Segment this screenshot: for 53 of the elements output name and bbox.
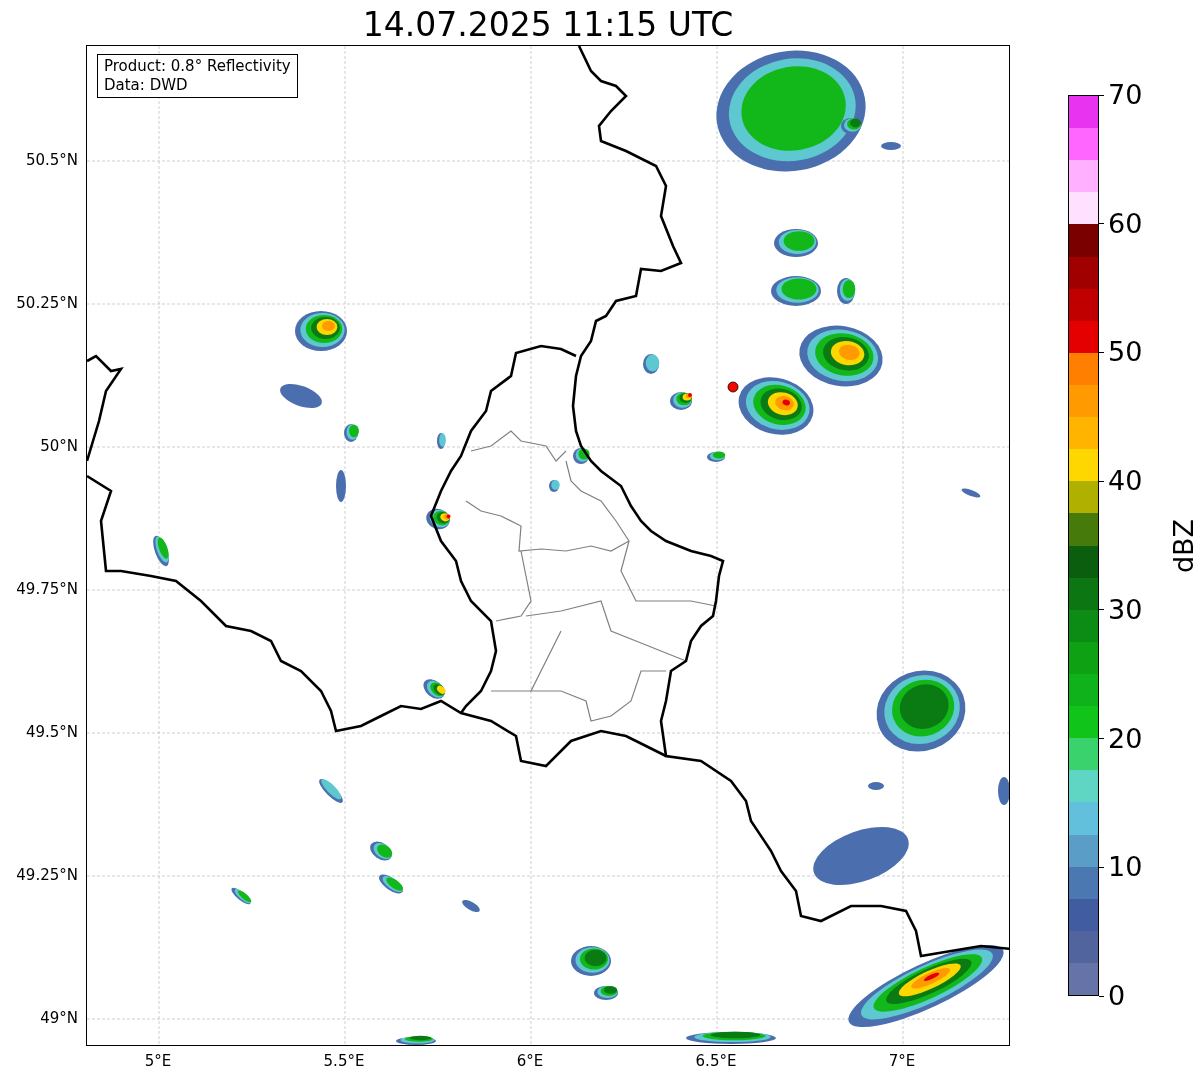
radar-echo — [295, 311, 347, 351]
longitude-label: 5.5°E — [323, 1052, 365, 1070]
radar-echo — [336, 470, 346, 502]
radar-echo — [868, 782, 884, 790]
colorbar-tick-label: 30 — [1108, 594, 1143, 625]
colorbar-tick-label: 10 — [1108, 852, 1143, 883]
info-text: Product: 0.8° Reflectivity — [104, 57, 291, 76]
latitude-label: 49.5°N — [25, 723, 78, 741]
colorbar-tick-label: 60 — [1108, 208, 1143, 239]
radar-echo — [771, 276, 821, 306]
radar-echo — [573, 448, 590, 464]
radar-echo — [153, 535, 169, 567]
longitude-label: 6°E — [516, 1052, 544, 1070]
radar-echo — [571, 946, 611, 976]
radar-echo — [280, 383, 322, 409]
latitude-label: 49°N — [40, 1009, 78, 1027]
radar-echo — [437, 433, 446, 449]
latitude-label: 50°N — [40, 437, 78, 455]
radar-echo — [396, 1035, 436, 1045]
colorbar-tick-label: 20 — [1108, 723, 1143, 754]
longitude-label: 6.5°E — [695, 1052, 737, 1070]
radar-echo — [594, 986, 618, 1000]
colorbar-tick-label: 50 — [1108, 337, 1143, 368]
radar-echo — [379, 874, 403, 894]
chart-title: 14.07.2025 11:15 UTC — [362, 5, 734, 45]
radar-echo — [423, 679, 446, 699]
radar-echo — [370, 841, 393, 861]
radar-echo — [837, 278, 856, 304]
colorbar-tick-label: 0 — [1108, 981, 1126, 1011]
radar-echo — [998, 777, 1009, 805]
radar-echo — [707, 451, 726, 462]
longitude-label: 5°E — [144, 1052, 172, 1070]
colorbar-tick-label: 40 — [1108, 466, 1143, 497]
radar-echo — [231, 887, 252, 905]
info-text: Data: DWD — [104, 76, 189, 95]
colorbar-label: dBZ — [1169, 518, 1199, 573]
radar-echo — [774, 229, 818, 257]
latitude-label: 49.75°N — [16, 580, 78, 598]
colorbar-tick-label: 70 — [1108, 80, 1143, 110]
radar-echo — [670, 392, 692, 410]
radar-echo — [881, 142, 901, 150]
location-marker — [727, 381, 739, 393]
radar-echo — [643, 354, 660, 374]
radar-echo — [961, 488, 981, 498]
radar-echo — [549, 479, 560, 492]
latitude-label: 49.25°N — [16, 866, 78, 884]
latitude-label: 50.25°N — [16, 294, 78, 312]
radar-echo — [319, 779, 343, 803]
radar-echo — [462, 899, 480, 913]
latitude-label: 50.5°N — [25, 151, 78, 169]
longitude-label: 7°E — [888, 1052, 916, 1070]
radar-echo — [426, 508, 451, 530]
radar-echo — [344, 424, 359, 442]
